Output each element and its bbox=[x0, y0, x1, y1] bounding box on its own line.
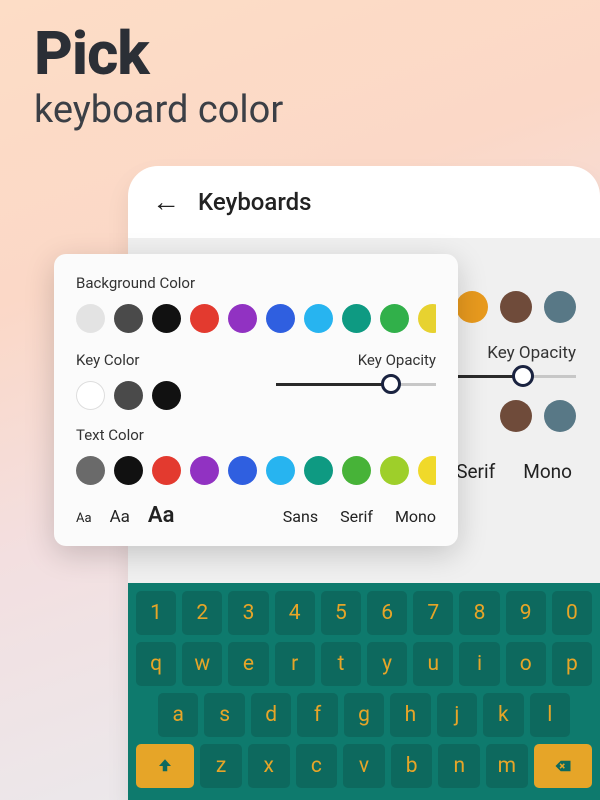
key[interactable]: v bbox=[343, 744, 385, 788]
color-swatch[interactable] bbox=[190, 304, 219, 333]
key[interactable]: r bbox=[275, 642, 315, 686]
key[interactable]: u bbox=[413, 642, 453, 686]
key[interactable]: j bbox=[437, 693, 477, 737]
key[interactable]: f bbox=[297, 693, 337, 737]
key[interactable]: w bbox=[182, 642, 222, 686]
hero-title: Pick bbox=[34, 18, 149, 89]
key[interactable]: p bbox=[552, 642, 592, 686]
key[interactable]: 3 bbox=[228, 591, 268, 635]
color-swatch[interactable] bbox=[380, 456, 409, 485]
key[interactable]: 5 bbox=[321, 591, 361, 635]
color-swatch[interactable] bbox=[342, 456, 371, 485]
color-swatch[interactable] bbox=[304, 456, 333, 485]
popup-bg-label: Background Color bbox=[76, 274, 436, 292]
key[interactable]: i bbox=[459, 642, 499, 686]
color-swatch[interactable] bbox=[500, 400, 532, 432]
back-icon[interactable]: ← bbox=[152, 188, 180, 216]
color-swatch[interactable] bbox=[152, 304, 181, 333]
key[interactable]: 0 bbox=[552, 591, 592, 635]
phone-header: ← Keyboards bbox=[128, 166, 600, 238]
popup-key-swatches bbox=[76, 381, 181, 410]
color-swatch[interactable] bbox=[114, 456, 143, 485]
key[interactable]: q bbox=[136, 642, 176, 686]
font-family-option[interactable]: Sans bbox=[283, 507, 318, 526]
popup-bg-swatches bbox=[76, 304, 436, 333]
popup-opacity-label: Key Opacity bbox=[276, 351, 436, 369]
color-swatch[interactable] bbox=[456, 291, 488, 323]
key[interactable]: 6 bbox=[367, 591, 407, 635]
font-size-option[interactable]: Aa bbox=[110, 507, 130, 527]
color-swatch[interactable] bbox=[76, 456, 105, 485]
popup-text-swatches bbox=[76, 456, 436, 485]
color-swatch[interactable] bbox=[304, 304, 333, 333]
key[interactable]: t bbox=[321, 642, 361, 686]
key[interactable]: n bbox=[438, 744, 480, 788]
font-family-option[interactable]: Mono bbox=[395, 507, 436, 526]
key[interactable]: m bbox=[486, 744, 528, 788]
popup-text-label: Text Color bbox=[76, 426, 436, 444]
color-swatch[interactable] bbox=[114, 381, 143, 410]
key[interactable]: 7 bbox=[413, 591, 453, 635]
key[interactable]: z bbox=[200, 744, 242, 788]
key[interactable]: g bbox=[344, 693, 384, 737]
color-swatch[interactable] bbox=[152, 381, 181, 410]
color-swatch[interactable] bbox=[152, 456, 181, 485]
key[interactable]: 2 bbox=[182, 591, 222, 635]
keyboard-preview: 1234567890 qwertyuiop asdfghjkl zxcvbnm bbox=[128, 583, 600, 800]
popup-key-label: Key Color bbox=[76, 351, 181, 369]
font-family-option[interactable]: Serif bbox=[340, 507, 373, 526]
key[interactable]: s bbox=[204, 693, 244, 737]
color-picker-popup: Background Color Key Color Key Opacity T… bbox=[54, 254, 458, 546]
font-size-option[interactable]: Aa bbox=[76, 511, 92, 526]
color-swatch[interactable] bbox=[544, 291, 576, 323]
font-family-options: Sans Serif Mono bbox=[283, 507, 436, 526]
color-swatch[interactable] bbox=[76, 381, 105, 410]
key[interactable]: x bbox=[248, 744, 290, 788]
color-swatch[interactable] bbox=[500, 291, 532, 323]
color-swatch[interactable] bbox=[228, 456, 257, 485]
color-swatch[interactable] bbox=[418, 304, 436, 333]
key[interactable]: d bbox=[251, 693, 291, 737]
key[interactable]: 8 bbox=[459, 591, 499, 635]
color-swatch[interactable] bbox=[544, 400, 576, 432]
color-swatch[interactable] bbox=[266, 456, 295, 485]
backspace-key[interactable] bbox=[534, 744, 592, 788]
key[interactable]: 4 bbox=[275, 591, 315, 635]
font-size-options: Aa Aa Aa bbox=[76, 503, 174, 528]
key-opacity-label: Key Opacity bbox=[487, 343, 576, 363]
key[interactable]: 1 bbox=[136, 591, 176, 635]
key[interactable]: e bbox=[228, 642, 268, 686]
key[interactable]: b bbox=[391, 744, 433, 788]
key[interactable]: o bbox=[506, 642, 546, 686]
color-swatch[interactable] bbox=[114, 304, 143, 333]
color-swatch[interactable] bbox=[380, 304, 409, 333]
key[interactable]: a bbox=[158, 693, 198, 737]
key[interactable]: h bbox=[390, 693, 430, 737]
font-size-option[interactable]: Aa bbox=[148, 503, 175, 528]
color-swatch[interactable] bbox=[342, 304, 371, 333]
font-family-option[interactable]: Serif bbox=[456, 460, 495, 483]
key[interactable]: k bbox=[483, 693, 523, 737]
key[interactable]: y bbox=[367, 642, 407, 686]
color-swatch[interactable] bbox=[228, 304, 257, 333]
color-swatch[interactable] bbox=[190, 456, 219, 485]
key[interactable]: c bbox=[296, 744, 338, 788]
color-swatch[interactable] bbox=[266, 304, 295, 333]
color-swatch[interactable] bbox=[76, 304, 105, 333]
page-title: Keyboards bbox=[198, 188, 312, 216]
color-swatch[interactable] bbox=[418, 456, 436, 485]
hero-subtitle: keyboard color bbox=[34, 88, 283, 132]
popup-opacity-slider[interactable] bbox=[276, 383, 436, 386]
font-family-option[interactable]: Mono bbox=[523, 460, 572, 483]
key[interactable]: 9 bbox=[506, 591, 546, 635]
key[interactable]: l bbox=[530, 693, 570, 737]
shift-key[interactable] bbox=[136, 744, 194, 788]
